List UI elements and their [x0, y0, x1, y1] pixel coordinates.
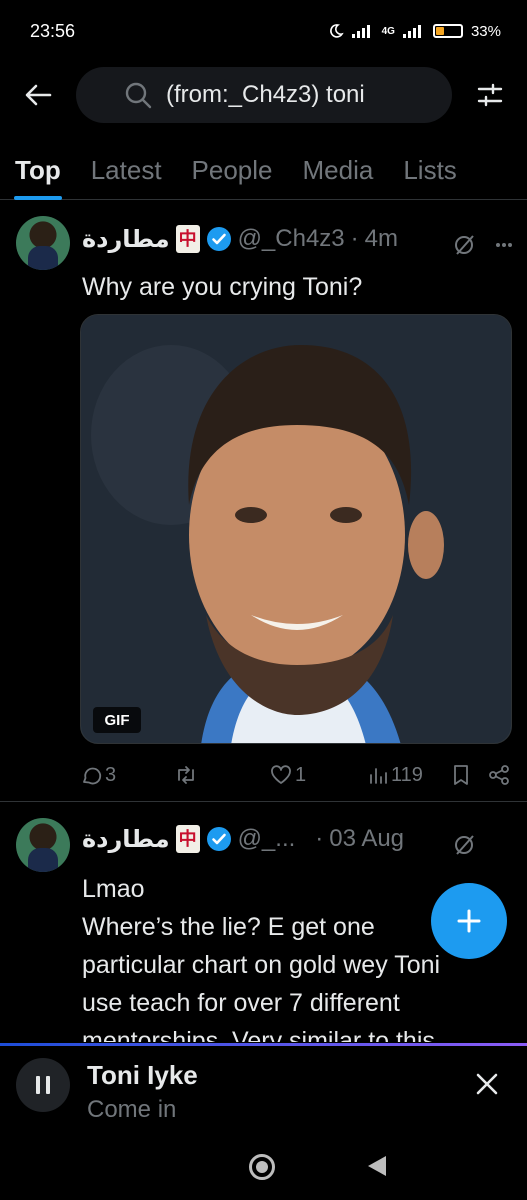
tab-people[interactable]: People	[177, 140, 288, 200]
avatar[interactable]	[16, 216, 70, 270]
search-header: (from:_Ch4z3) toni	[0, 66, 527, 124]
tweet-header: مطاردة 中 @_Ch4z3 · 4m	[82, 222, 398, 256]
system-nav-bar	[0, 1128, 527, 1200]
search-input[interactable]: (from:_Ch4z3) toni	[76, 67, 452, 123]
signal-icon	[351, 25, 370, 38]
home-button[interactable]	[249, 1154, 275, 1180]
share-button[interactable]	[488, 764, 510, 786]
like-button[interactable]: 1	[270, 764, 306, 787]
tweet-gif[interactable]: GIF	[80, 314, 512, 744]
compose-button[interactable]	[431, 883, 507, 959]
tweet-text-line: use teach for over 7 different	[82, 989, 400, 1017]
search-filter-button[interactable]	[452, 66, 527, 124]
tweet-actions: 3 1 119	[80, 758, 511, 792]
network-type: 4G	[381, 25, 395, 37]
handle[interactable]: @_...	[238, 825, 296, 853]
back-button[interactable]	[0, 66, 76, 124]
gif-badge: GIF	[93, 707, 141, 733]
audio-title: Toni Iyke	[87, 1060, 198, 1090]
moon-icon	[329, 24, 344, 38]
tab-lists[interactable]: Lists	[388, 140, 471, 200]
audio-subtitle: Come in	[87, 1096, 177, 1123]
plus-icon	[457, 909, 481, 933]
grok-icon[interactable]	[453, 834, 475, 856]
mahjong-emoji: 中	[175, 225, 200, 253]
views-button[interactable]: 119	[368, 764, 423, 787]
close-icon[interactable]	[475, 1072, 499, 1096]
status-time: 23:56	[30, 20, 76, 41]
separator-dot: ·	[315, 825, 324, 852]
handle[interactable]: @_Ch4z3	[238, 225, 345, 253]
tab-media[interactable]: Media	[288, 140, 389, 200]
heart-icon	[271, 765, 291, 784]
tweet-text-line: mentorships. Very similar to this	[82, 1027, 435, 1042]
separator-dot: ·	[350, 225, 359, 252]
grok-icon[interactable]	[453, 234, 475, 256]
battery-level: 33%	[470, 22, 501, 40]
timestamp[interactable]: 4m	[365, 225, 398, 253]
more-options-icon[interactable]	[495, 242, 513, 248]
mahjong-emoji: 中	[175, 825, 200, 853]
search-query: (from:_Ch4z3) toni	[166, 81, 365, 108]
retweet-icon	[178, 766, 194, 784]
tweet-header: مطاردة 中 @_... · 03 Aug	[82, 822, 404, 856]
tab-latest[interactable]: Latest	[76, 140, 177, 200]
status-bar: 23:56 4G 33%	[0, 0, 527, 62]
gif-image	[81, 315, 511, 743]
display-name[interactable]: مطاردة	[82, 825, 170, 854]
like-count: 1	[295, 763, 307, 786]
verified-badge-icon	[206, 227, 231, 251]
pause-icon	[36, 1076, 50, 1094]
search-icon	[125, 82, 152, 109]
reply-icon	[83, 767, 102, 785]
audio-player[interactable]: Toni Iyke Come in	[0, 1043, 527, 1125]
pause-button[interactable]	[16, 1058, 70, 1112]
verified-badge-icon	[206, 827, 231, 851]
battery-icon	[432, 24, 463, 38]
arrow-left-icon	[25, 84, 52, 106]
reply-button[interactable]: 3	[80, 764, 116, 787]
search-tabs: Top Latest People Media Lists	[0, 140, 527, 200]
bookmark-button[interactable]	[452, 764, 470, 786]
reply-count: 3	[105, 763, 117, 786]
back-triangle-button[interactable]	[368, 1156, 386, 1176]
avatar[interactable]	[16, 818, 70, 872]
retweet-button[interactable]	[174, 764, 198, 786]
view-count: 119	[391, 763, 423, 786]
tweet-text-line: particular chart on gold wey Toni	[82, 951, 441, 979]
timestamp[interactable]: 03 Aug	[329, 825, 404, 853]
status-icons: 4G 33%	[328, 23, 501, 40]
sliders-icon	[477, 83, 502, 107]
signal-icon-2	[402, 25, 421, 38]
tweet-text: Why are you crying Toni?	[82, 273, 363, 301]
tab-top[interactable]: Top	[0, 140, 76, 200]
display-name[interactable]: مطاردة	[82, 225, 170, 254]
bookmark-icon	[454, 765, 468, 785]
views-icon	[370, 768, 387, 784]
share-icon	[489, 765, 509, 785]
